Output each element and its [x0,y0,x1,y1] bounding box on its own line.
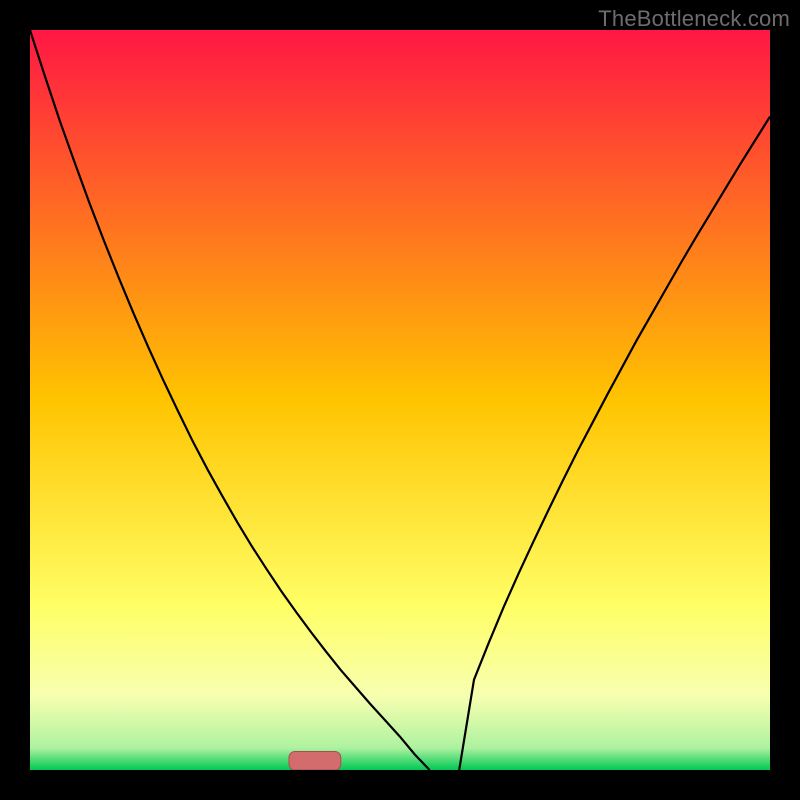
chart-svg [30,30,770,770]
optimal-marker [289,752,341,771]
watermark-text: TheBottleneck.com [598,6,790,32]
gradient-background [30,30,770,770]
chart-frame: TheBottleneck.com [0,0,800,800]
plot-area [30,30,770,770]
